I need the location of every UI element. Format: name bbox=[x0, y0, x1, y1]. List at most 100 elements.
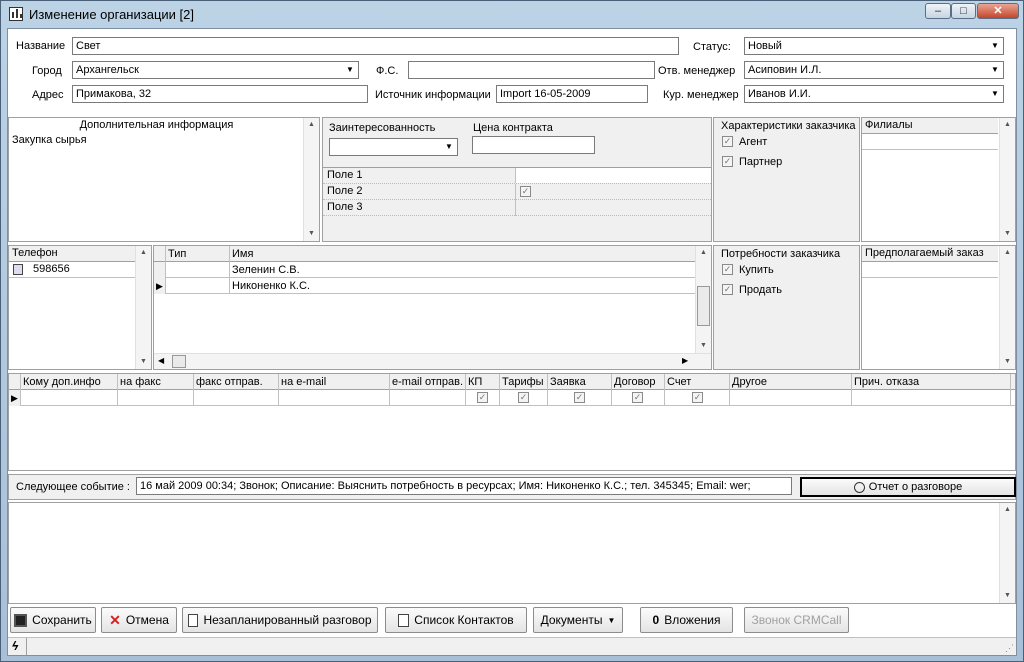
call-report-button[interactable]: Отчет о разговоре bbox=[800, 477, 1016, 497]
col-other[interactable]: Другое bbox=[730, 374, 852, 390]
email-sent-cell[interactable] bbox=[390, 390, 466, 406]
scroll-down-icon[interactable]: ▼ bbox=[304, 227, 319, 241]
sell-checkbox[interactable]: ✓ bbox=[722, 284, 733, 295]
fax-sent-cell[interactable] bbox=[194, 390, 279, 406]
interest-select[interactable]: ▼ bbox=[329, 138, 458, 156]
col-reject-reason[interactable]: Прич. отказа bbox=[852, 374, 1011, 390]
branches-scrollbar[interactable]: ▲ ▼ bbox=[999, 118, 1015, 241]
col-name[interactable]: Имя bbox=[230, 246, 696, 262]
scroll-thumb[interactable] bbox=[697, 286, 710, 326]
contacts-hscrollbar[interactable]: ◀ ▶ bbox=[154, 353, 711, 369]
distribution-row[interactable]: ▶ ✓ ✓ ✓ ✓ ✓ bbox=[9, 390, 1015, 406]
status-label: Статус: bbox=[693, 41, 731, 53]
agent-checkbox[interactable]: ✓ bbox=[722, 136, 733, 147]
reject-reason-cell[interactable] bbox=[852, 390, 1011, 406]
notes-scrollbar[interactable]: ▲ ▼ bbox=[999, 503, 1015, 603]
scroll-up-icon[interactable]: ▲ bbox=[304, 118, 319, 132]
documents-label: Документы bbox=[540, 613, 603, 627]
scroll-right-icon[interactable]: ▶ bbox=[682, 356, 688, 365]
col-to-extra[interactable]: Кому доп.инфо bbox=[21, 374, 118, 390]
field-value-cell[interactable] bbox=[515, 168, 711, 183]
contacts-header: Тип Имя bbox=[154, 246, 696, 262]
expected-order-row[interactable] bbox=[862, 262, 998, 278]
scroll-up-icon[interactable]: ▲ bbox=[1000, 503, 1015, 517]
extra-info-scrollbar[interactable]: ▲ ▼ bbox=[303, 118, 319, 241]
phone-row[interactable]: 598656 bbox=[9, 262, 135, 278]
address-input[interactable]: Примакова, 32 bbox=[72, 85, 368, 103]
scroll-up-icon[interactable]: ▲ bbox=[1000, 246, 1015, 260]
crmcall-button[interactable]: Звонок CRMCall bbox=[744, 607, 849, 633]
scroll-left-icon[interactable]: ◀ bbox=[158, 356, 164, 365]
chevron-down-icon[interactable]: ▼ bbox=[987, 62, 1003, 78]
branches-row[interactable] bbox=[862, 134, 998, 150]
col-tariffs[interactable]: Тарифы bbox=[500, 374, 548, 390]
contacts-vscrollbar[interactable]: ▲ ▼ bbox=[695, 246, 711, 353]
cancel-button[interactable]: ✕ Отмена bbox=[101, 607, 177, 633]
name-input[interactable]: Свет bbox=[72, 37, 679, 55]
attachments-button[interactable]: 0 Вложения bbox=[640, 607, 733, 633]
source-input[interactable]: Import 16-05-2009 bbox=[496, 85, 648, 103]
col-to-fax[interactable]: на факс bbox=[118, 374, 194, 390]
resize-grip-icon[interactable]: ⋰ bbox=[1005, 643, 1014, 654]
kp-checkbox[interactable]: ✓ bbox=[477, 392, 488, 403]
contract-checkbox[interactable]: ✓ bbox=[632, 392, 643, 403]
chevron-down-icon[interactable]: ▼ bbox=[342, 62, 358, 78]
expected-order-scrollbar[interactable]: ▲ ▼ bbox=[999, 246, 1015, 369]
fs-input[interactable] bbox=[408, 61, 655, 79]
hscroll-thumb[interactable] bbox=[172, 355, 186, 368]
extra-info-text[interactable]: Закупка сырья bbox=[12, 134, 87, 146]
to-fax-cell[interactable] bbox=[118, 390, 194, 406]
scroll-down-icon[interactable]: ▼ bbox=[1000, 227, 1015, 241]
status-select[interactable]: Новый ▼ bbox=[744, 37, 1004, 55]
save-button[interactable]: Сохранить bbox=[10, 607, 96, 633]
col-request[interactable]: Заявка bbox=[548, 374, 612, 390]
col-to-email[interactable]: на e-mail bbox=[279, 374, 390, 390]
minimize-button[interactable]: – bbox=[925, 3, 951, 19]
other-cell[interactable] bbox=[730, 390, 852, 406]
phones-scrollbar[interactable]: ▲ ▼ bbox=[135, 246, 151, 369]
extra-info-panel: Дополнительная информация Закупка сырья … bbox=[8, 117, 320, 242]
tariffs-checkbox[interactable]: ✓ bbox=[518, 392, 529, 403]
contract-price-input[interactable] bbox=[472, 136, 595, 154]
notes-area[interactable]: ▲ ▼ bbox=[8, 502, 1016, 604]
contact-row[interactable]: ▶ Никоненко К.С. bbox=[154, 278, 696, 294]
contacts-list-button[interactable]: Список Контактов bbox=[385, 607, 527, 633]
scroll-down-icon[interactable]: ▼ bbox=[136, 355, 151, 369]
scroll-up-icon[interactable]: ▲ bbox=[1000, 118, 1015, 132]
chevron-down-icon[interactable]: ▼ bbox=[987, 86, 1003, 102]
close-button[interactable]: ✕ bbox=[977, 3, 1019, 19]
col-email-sent[interactable]: e-mail отправ. bbox=[390, 374, 466, 390]
buy-checkbox[interactable]: ✓ bbox=[722, 264, 733, 275]
col-kp[interactable]: КП bbox=[466, 374, 500, 390]
resp-manager-select[interactable]: Асиповин И.Л. ▼ bbox=[744, 61, 1004, 79]
chevron-down-icon[interactable]: ▼ bbox=[441, 139, 457, 155]
invoice-checkbox[interactable]: ✓ bbox=[692, 392, 703, 403]
scroll-down-icon[interactable]: ▼ bbox=[1000, 355, 1015, 369]
scroll-up-icon[interactable]: ▲ bbox=[696, 246, 711, 260]
partner-checkbox[interactable]: ✓ bbox=[722, 156, 733, 167]
cancel-label: Отмена bbox=[125, 613, 169, 627]
documents-dropdown-button[interactable]: Документы ▼ bbox=[533, 607, 623, 633]
cur-manager-select[interactable]: Иванов И.И. ▼ bbox=[744, 85, 1004, 103]
request-checkbox[interactable]: ✓ bbox=[574, 392, 585, 403]
scroll-down-icon[interactable]: ▼ bbox=[696, 339, 711, 353]
col-invoice[interactable]: Счет bbox=[665, 374, 730, 390]
scroll-down-icon[interactable]: ▼ bbox=[1000, 589, 1015, 603]
phone-book-icon bbox=[13, 264, 23, 275]
unplanned-call-button[interactable]: Незапланированный разговор bbox=[182, 607, 378, 633]
buy-label: Купить bbox=[739, 264, 774, 276]
unplanned-call-label: Незапланированный разговор bbox=[203, 613, 372, 627]
to-email-cell[interactable] bbox=[279, 390, 390, 406]
contact-row[interactable]: Зеленин С.В. bbox=[154, 262, 696, 278]
field-checkbox[interactable]: ✓ bbox=[520, 186, 531, 197]
scroll-up-icon[interactable]: ▲ bbox=[136, 246, 151, 260]
col-type[interactable]: Тип bbox=[166, 246, 230, 262]
maximize-button[interactable]: □ bbox=[951, 3, 976, 19]
city-select[interactable]: Архангельск ▼ bbox=[72, 61, 359, 79]
to-extra-cell[interactable] bbox=[21, 390, 118, 406]
col-fax-sent[interactable]: факс отправ. bbox=[194, 374, 279, 390]
chevron-down-icon[interactable]: ▼ bbox=[987, 38, 1003, 54]
col-contract[interactable]: Договор bbox=[612, 374, 665, 390]
extra-info-title: Дополнительная информация bbox=[79, 119, 234, 131]
distribution-header: Кому доп.инфо на факс факс отправ. на e-… bbox=[9, 374, 1015, 390]
